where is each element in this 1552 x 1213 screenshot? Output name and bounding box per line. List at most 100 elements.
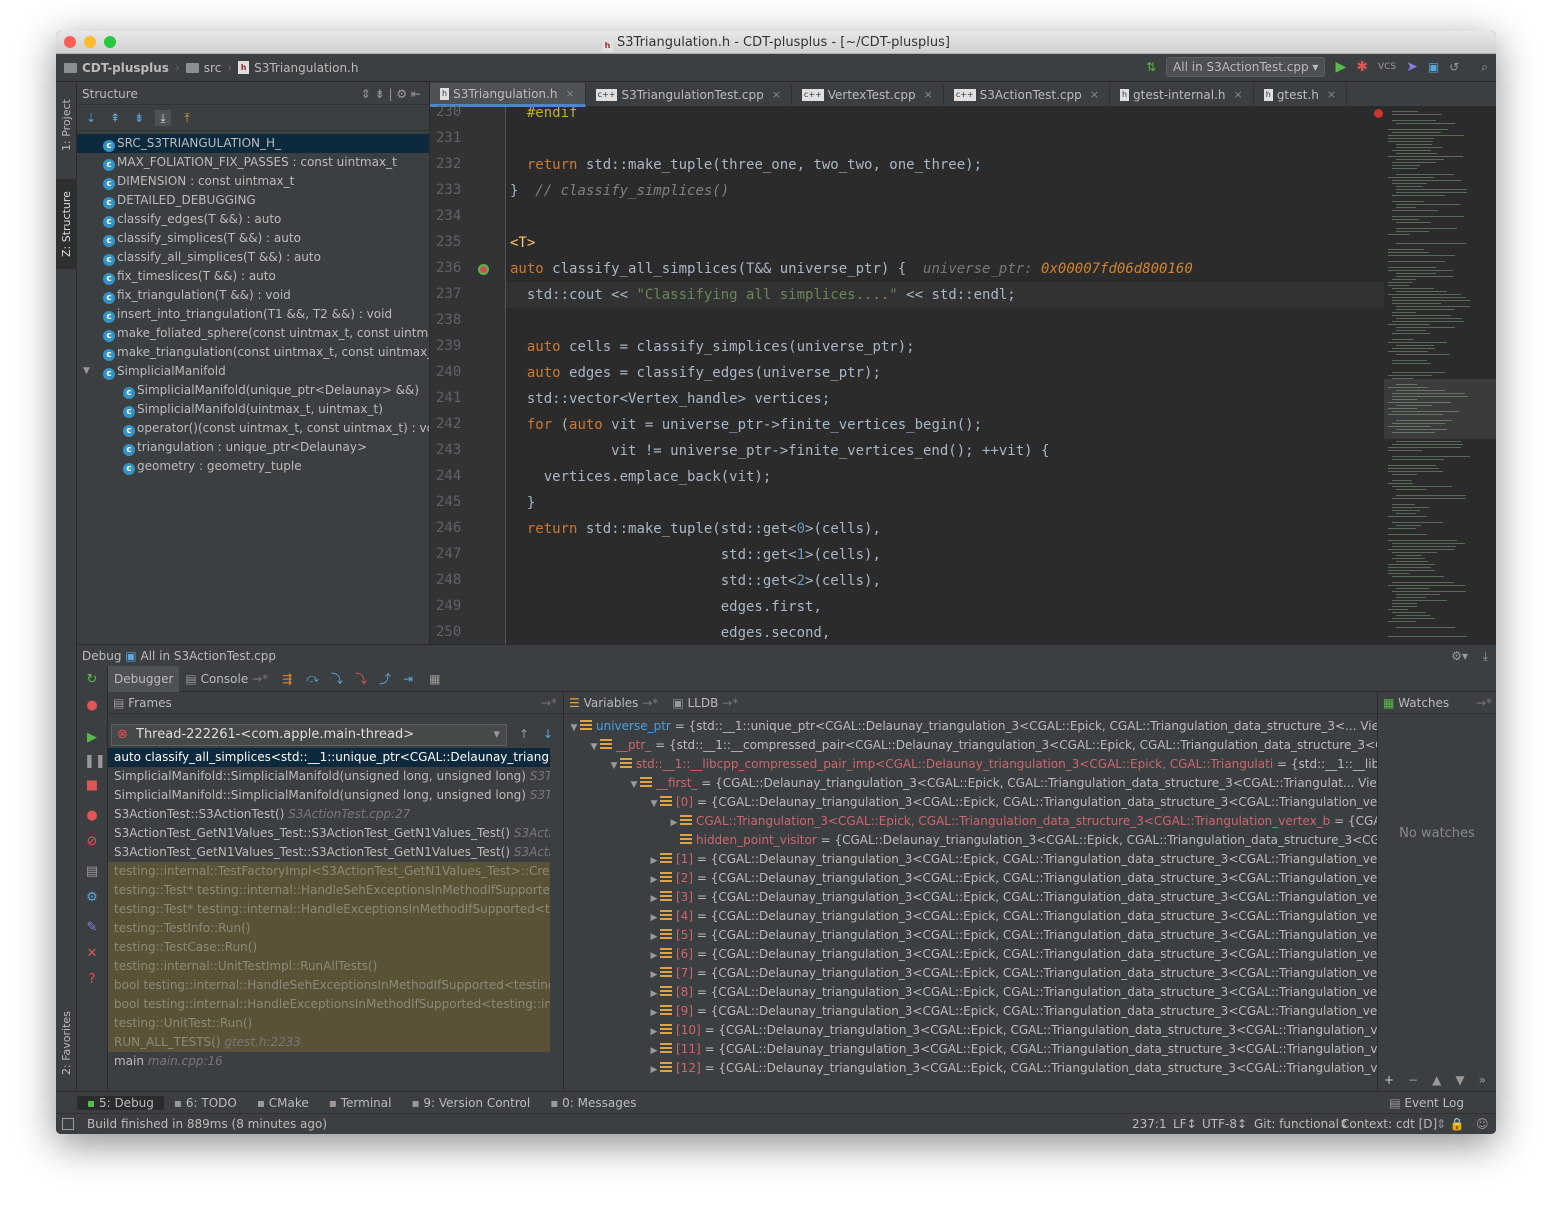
breadcrumb-src[interactable]: src bbox=[185, 61, 221, 75]
expand-arrow-icon[interactable]: ▶ bbox=[648, 1042, 660, 1059]
structure-item[interactable]: c SimplicialManifold(unique_ptr<Delaunay>… bbox=[77, 381, 429, 400]
expand-arrow-icon[interactable]: ▶ bbox=[648, 852, 660, 869]
mute-breakpoints-icon[interactable]: ⊘ bbox=[84, 834, 100, 850]
resolve-context[interactable]: Context: cdt [D] bbox=[1341, 1114, 1437, 1134]
structure-item[interactable]: c operator()(const uintmax_t, const uintm… bbox=[77, 419, 429, 438]
inspector-icon[interactable]: ☺ bbox=[1476, 1114, 1489, 1134]
structure-item[interactable]: c fix_triangulation(T &&) : void bbox=[77, 286, 429, 305]
structure-tool-tab[interactable]: Z: Structure bbox=[56, 179, 77, 269]
autoscroll-from-source-icon[interactable]: ⤒ bbox=[179, 110, 195, 126]
stack-frame[interactable]: RUN_ALL_TESTS() gtest.h:2233 bbox=[108, 1033, 550, 1052]
editor-tab[interactable]: h gtest.h × bbox=[1254, 83, 1348, 107]
run-icon[interactable]: ▶ bbox=[1335, 59, 1346, 75]
layout-icon[interactable]: ▤ bbox=[84, 864, 100, 880]
frame-up-icon[interactable]: ↑ bbox=[519, 727, 529, 741]
sort-icon[interactable]: ⇣ bbox=[83, 110, 99, 126]
stack-frame[interactable]: bool testing::internal::HandleExceptions… bbox=[108, 995, 550, 1014]
structure-item[interactable]: c DIMENSION : const uintmax_t bbox=[77, 172, 429, 191]
commit-icon[interactable]: ▣ bbox=[1428, 60, 1439, 74]
bottom-tab[interactable]: ▪ Terminal bbox=[319, 1096, 402, 1110]
resume-icon[interactable]: ▶ bbox=[84, 730, 100, 746]
variable-row[interactable]: ▶ CGAL::Triangulation_3<CGAL::Epick, CGAL… bbox=[564, 812, 1377, 831]
structure-item[interactable]: c classify_all_simplices(T &&) : auto bbox=[77, 248, 429, 267]
expand-arrow-icon[interactable]: ▼ bbox=[83, 362, 90, 381]
force-step-into-icon[interactable]: ⤵ bbox=[355, 670, 367, 687]
variable-row[interactable]: ▶ [8] = {CGAL::Delaunay_triangulation_3<C… bbox=[564, 983, 1377, 1002]
structure-item[interactable]: c triangulation : unique_ptr<Delaunay> bbox=[77, 438, 429, 457]
close-tab-icon[interactable]: × bbox=[772, 83, 781, 107]
run-config-select[interactable]: All in S3ActionTest.cpp ▾ bbox=[1166, 57, 1326, 77]
expand-arrow-icon[interactable]: ▶ bbox=[668, 814, 680, 831]
expand-arrow-icon[interactable]: ▶ bbox=[648, 985, 660, 1002]
minimize-window-button[interactable] bbox=[84, 36, 96, 48]
variable-row[interactable]: ▶ [3] = {CGAL::Delaunay_triangulation_3<C… bbox=[564, 888, 1377, 907]
stack-frame[interactable]: S3ActionTest::S3ActionTest() S3ActionTes… bbox=[108, 805, 550, 824]
variable-row[interactable]: ▶ [5] = {CGAL::Delaunay_triangulation_3<C… bbox=[564, 926, 1377, 945]
rerun-icon[interactable]: ↻ bbox=[84, 672, 100, 688]
expand-arrow-icon[interactable]: ▼ bbox=[588, 738, 600, 755]
step-out-icon[interactable]: ⤴ bbox=[379, 670, 391, 687]
stack-frame[interactable]: testing::internal::TestFactoryImpl<S3Act… bbox=[108, 862, 550, 881]
mute-icon[interactable]: ● bbox=[84, 698, 100, 714]
tab-debugger[interactable]: Debugger bbox=[108, 665, 180, 692]
close-window-button[interactable] bbox=[64, 36, 76, 48]
vcs-icon[interactable]: VCS bbox=[1378, 62, 1396, 72]
run-to-cursor-icon[interactable]: ⇥ bbox=[403, 672, 413, 686]
variable-row[interactable]: ▶ [10] = {CGAL::Delaunay_triangulation_3<… bbox=[564, 1021, 1377, 1040]
expand-icon[interactable]: ⇞ bbox=[107, 110, 123, 126]
variable-row[interactable]: ▼ __first_ = {CGAL::Delaunay_triangulatio… bbox=[564, 774, 1377, 793]
push-icon[interactable]: ➤ bbox=[1406, 59, 1418, 75]
expand-arrow-icon[interactable]: ▶ bbox=[648, 966, 660, 983]
structure-item[interactable]: c DETAILED_DEBUGGING bbox=[77, 191, 429, 210]
stack-frame[interactable]: testing::internal::UnitTestImpl::RunAllT… bbox=[108, 957, 550, 976]
tab-console[interactable]: ▤ Console →* bbox=[179, 666, 274, 692]
history-icon[interactable]: ↺ bbox=[1449, 60, 1459, 74]
bottom-tab[interactable]: ▪ 0: Messages bbox=[540, 1096, 646, 1110]
structure-item[interactable]: c make_foliated_sphere(const uintmax_t, c… bbox=[77, 324, 429, 343]
structure-item[interactable]: c SRC_S3TRIANGULATION_H_ bbox=[77, 134, 429, 153]
close-tab-icon[interactable]: × bbox=[565, 82, 574, 106]
move-down-icon[interactable]: ▼ bbox=[1455, 1073, 1464, 1087]
editor-tab[interactable]: c++ S3ActionTest.cpp × bbox=[944, 83, 1110, 107]
editor-tab[interactable]: c++ VertexTest.cpp × bbox=[792, 83, 944, 107]
autoscroll-icon[interactable]: ⤓ bbox=[155, 109, 171, 126]
stack-frame[interactable]: SimplicialManifold::SimplicialManifold(u… bbox=[108, 767, 550, 786]
tab-lldb[interactable]: ▣ LLDB →* bbox=[672, 692, 738, 713]
settings-icon[interactable]: ⚙ bbox=[84, 890, 100, 906]
expand-arrow-icon[interactable]: ▶ bbox=[648, 947, 660, 964]
expand-arrow-icon[interactable]: ▶ bbox=[648, 928, 660, 945]
bottom-tab[interactable]: ▪ 9: Version Control bbox=[401, 1096, 540, 1110]
variable-row[interactable]: ▶ [9] = {CGAL::Delaunay_triangulation_3<C… bbox=[564, 1002, 1377, 1021]
show-execution-point-icon[interactable]: ⇶ bbox=[282, 672, 292, 686]
structure-item[interactable]: c SimplicialManifold(uintmax_t, uintmax_t… bbox=[77, 400, 429, 419]
expand-arrow-icon[interactable]: ▶ bbox=[648, 909, 660, 926]
stack-frame[interactable]: testing::Test* testing::internal::Handle… bbox=[108, 900, 550, 919]
pause-icon[interactable]: ❚❚ bbox=[84, 754, 106, 770]
expand-arrow-icon[interactable]: ▶ bbox=[648, 871, 660, 888]
stack-frame[interactable]: bool testing::internal::HandleSehExcepti… bbox=[108, 976, 550, 995]
code-minimap[interactable] bbox=[1384, 107, 1496, 673]
remove-watch-icon[interactable]: − bbox=[1408, 1073, 1418, 1087]
frame-down-icon[interactable]: ↓ bbox=[543, 727, 553, 741]
editor-tab[interactable]: c++ S3TriangulationTest.cpp × bbox=[586, 83, 792, 107]
structure-item[interactable]: c insert_into_triangulation(T1 &&, T2 &&)… bbox=[77, 305, 429, 324]
close-tab-icon[interactable]: × bbox=[924, 83, 933, 107]
minimap-viewport[interactable] bbox=[1384, 379, 1496, 439]
variable-row[interactable]: ▶ [1] = {CGAL::Delaunay_triangulation_3<C… bbox=[564, 850, 1377, 869]
bottom-tab[interactable]: ▪ 6: TODO bbox=[164, 1096, 247, 1110]
thread-select[interactable]: ⊗ Thread-222261-<com.apple.main-thread> ▾ bbox=[111, 724, 507, 746]
stack-frame[interactable]: testing::Test* testing::internal::Handle… bbox=[108, 881, 550, 900]
structure-item[interactable]: c classify_edges(T &&) : auto bbox=[77, 210, 429, 229]
cursor-position[interactable]: 237:1 bbox=[1132, 1114, 1167, 1134]
help-icon[interactable]: ? bbox=[84, 972, 100, 988]
build-icon[interactable]: ⇅ bbox=[1146, 60, 1156, 74]
line-separator[interactable]: LF↕ bbox=[1173, 1114, 1197, 1134]
expand-arrow-icon[interactable]: ▼ bbox=[608, 757, 620, 774]
step-into-icon[interactable]: ⤵ bbox=[331, 670, 343, 687]
variable-row[interactable]: ▶ [12] = {CGAL::Delaunay_triangulation_3<… bbox=[564, 1059, 1377, 1078]
variable-row[interactable]: ▶ [11] = {CGAL::Delaunay_triangulation_3<… bbox=[564, 1040, 1377, 1059]
stack-frame[interactable]: auto classify_all_simplices<std::__1::un… bbox=[108, 748, 550, 767]
lock-icon[interactable]: ⇕ 🔒 bbox=[1436, 1114, 1465, 1134]
stack-frame[interactable]: testing::TestCase::Run() bbox=[108, 938, 550, 957]
close-icon[interactable]: ✕ bbox=[84, 946, 100, 962]
